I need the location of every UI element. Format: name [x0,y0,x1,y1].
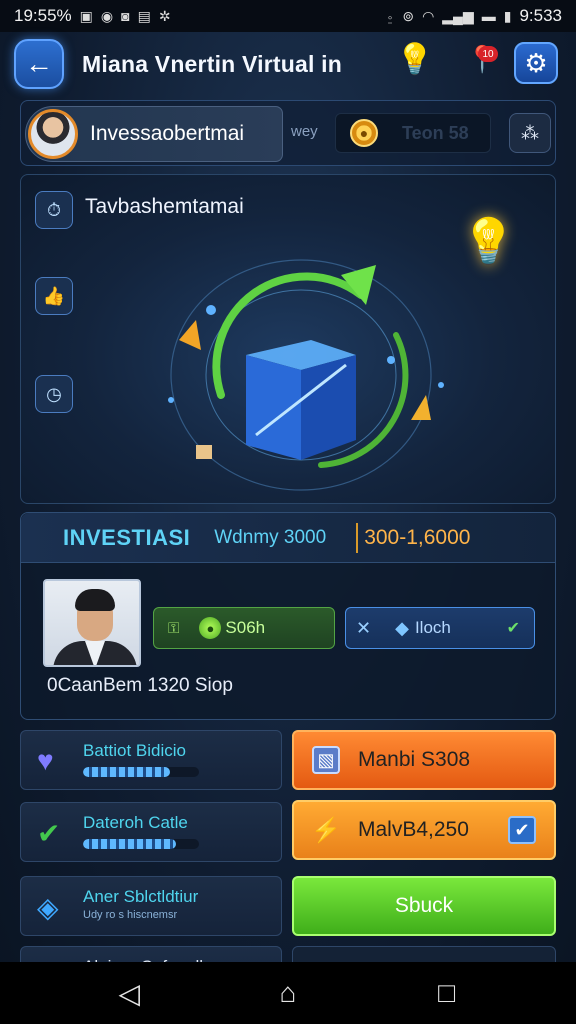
battery-percent-icon: ▬ [481,8,496,24]
malv-label: MalvB4,250 [358,818,469,841]
lightbulb-icon[interactable]: 💡 [396,42,433,77]
investment-range: 300-1,6000 [364,525,471,549]
check-circle-icon: ✔ [37,818,61,849]
left-card-sub: Udy ro s hiscnemsr [83,909,178,921]
coin-icon: ● [350,119,378,147]
sbuck-label: Sbuck [394,894,454,917]
idea-bulb-icon: 💡 [461,217,516,266]
investment-header: INVESTIASI Wdnmy 3000 300-1,6000 [21,513,555,563]
wifi-icon: ◠ [422,7,435,24]
profile-name: Invessaobertmai [90,122,245,145]
system-nav-bar: ◁ ⌂ □ [0,962,576,1024]
investment-cube-illustration [168,259,444,491]
left-card-label: Dateroh Catle [83,813,188,832]
left-card-2[interactable]: ✔ Dateroh Catle [20,802,282,862]
checkbox-icon[interactable]: ✔ [508,816,536,844]
app-notification-icon: ◉ [100,7,114,24]
header-divider [356,522,359,553]
nav-home-icon[interactable]: ⌂ [258,977,318,1009]
clock-icon: ◷ [46,383,62,404]
investment-panel: INVESTIASI Wdnmy 3000 300-1,6000 ⚿ ● S06… [20,512,556,720]
green-coin-icon: ● [199,617,222,639]
gear-icon: ⚙ [524,47,548,78]
back-button[interactable]: ← [14,39,64,89]
profile-strip: Invessaobertmai wey ● Teon 58 ⁂ [20,100,556,166]
notification-badge: 10 [478,46,498,62]
investment-title: INVESTIASI [63,524,191,550]
coin-balance: ● Teon 58 [335,113,491,153]
lightning-icon: ⚡ [311,816,341,844]
arrow-left-icon: ← [25,48,53,79]
signal-icon: ▂▄▆ [442,7,474,24]
coin-value: Teon 58 [402,122,469,143]
photos-icon: ▤ [137,7,151,24]
investment-caption: 0CaanBem 1320 Siop [47,675,233,696]
heart-icon: ♥ [37,745,54,776]
camera-icon: ◙ [121,8,130,24]
document-icon: ▧ [312,746,340,774]
profile-pill[interactable]: Invessaobertmai [25,106,283,162]
manbi-label: Manbi S308 [358,748,471,771]
status-time-left: 19:55% [14,6,72,25]
left-card-3[interactable]: ◈ Aner Sblctldtiur Udy ro s hiscnemsr [20,876,282,936]
shuffle-icon: ✕ [356,617,372,638]
investor-avatar [43,579,141,667]
page-title: Miana Vnertin Virtual in [82,50,342,77]
left-card-label: Aner Sblctldtiur [83,887,199,906]
hero-title: Tavbashemtamai [85,195,244,218]
app-header: ← Miana Vnertin Virtual in 💡 📍 10 ⚙ [14,36,562,92]
progress-fill [83,767,170,777]
status-bar: 19:55% ▣ ◉ ◙ ▤ ✲ ⍛ ⊚ ◠ ▂▄▆ ▬ ▮ 9:533 [0,0,576,32]
settings-notification-icon: ✲ [158,7,171,24]
thumbs-up-icon: 👍 [42,285,66,306]
clock-button[interactable]: ◷ [35,375,73,413]
green-pill-label: S06h [225,618,266,637]
malv-button[interactable]: ⚡ MalvB4,250 ✔ [292,800,556,860]
wey-label: wey [291,123,318,140]
share-button[interactable]: ⁂ [509,113,551,153]
timer-button[interactable]: ⏱ [35,191,73,229]
gem-icon: ◈ [37,892,59,923]
progress-bar [83,767,199,777]
lock-icon: ⚿ [168,619,180,637]
left-card-1[interactable]: ♥ Battiot Bidicio [20,730,282,790]
green-action-pill[interactable]: ⚿ ● S06h [153,607,335,649]
left-card-label: Battiot Bidicio [83,741,186,760]
stopwatch-icon: ⏱ [46,199,62,220]
sim-icon: ▣ [79,7,93,24]
hero-panel: ⏱ Tavbashemtamai 👍 ◷ 💡 [20,174,556,504]
status-time-right: 9:533 [519,6,562,25]
nav-recents-icon[interactable]: □ [417,977,477,1009]
avatar [28,109,78,159]
vibrate-icon: ⍛ [385,7,395,24]
diamond-icon: ◆ [395,617,409,638]
check-icon: ✔ [506,620,520,637]
nav-back-icon[interactable]: ◁ [99,977,159,1010]
alarm-icon: ⊚ [402,7,415,24]
settings-button[interactable]: ⚙ [514,42,558,84]
progress-fill [83,839,176,849]
manbi-button[interactable]: ▧ Manbi S308 [292,730,556,790]
progress-bar [83,839,199,849]
like-button[interactable]: 👍 [35,277,73,315]
blue-pill-label: Iloch [414,618,451,637]
battery-icon: ▮ [503,7,512,24]
investment-subtitle: Wdnmy 3000 [214,526,327,548]
share-icon: ⁂ [521,122,539,143]
blue-action-pill[interactable]: ✕ ◆ Iloch ✔ [345,607,535,649]
sbuck-button[interactable]: Sbuck [292,876,556,936]
